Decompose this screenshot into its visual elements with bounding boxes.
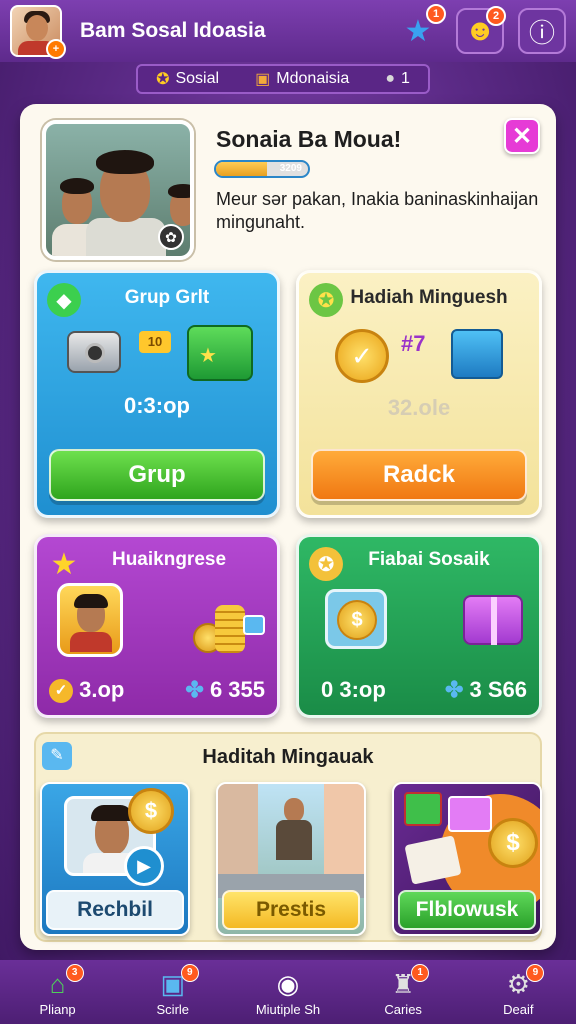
check-coin-icon: ✓ bbox=[49, 679, 73, 704]
avatar-badge: + bbox=[46, 39, 66, 59]
app-title: Bam Sosal Idoasia bbox=[80, 19, 266, 42]
weekly-reward-title: Hadiah Minguesh bbox=[350, 287, 508, 308]
play-circle-icon: ◉ bbox=[276, 968, 300, 999]
strip-social[interactable]: ✪ Sosial bbox=[156, 69, 219, 89]
profile-photo: ✿ bbox=[42, 120, 194, 260]
player-avatar[interactable]: + bbox=[10, 5, 66, 59]
nav-play[interactable]: ◉ Miutiple Sh bbox=[238, 968, 338, 1017]
gold-coin-icon: $ bbox=[488, 818, 538, 868]
nav-play-label: Miutiple Sh bbox=[255, 1001, 321, 1017]
social-tile-title: Fiabai Sosaik bbox=[368, 549, 490, 570]
profile-description: Meur sər pakan, Inakia baninaskinhaijan … bbox=[216, 189, 539, 232]
nav-shop-label: Caries bbox=[384, 1001, 422, 1017]
info-strip: ✪ Sosial ▣ Mdonaisia ● 1 bbox=[136, 64, 430, 94]
coin-icon: ● bbox=[385, 70, 396, 87]
progress-fill bbox=[216, 162, 267, 176]
gold-coin-icon: $ bbox=[128, 788, 174, 834]
top-bar: + Bam Sosal Idoasia ★ 1 ☻ 2 ⓘ bbox=[0, 0, 576, 62]
weekly-reward-value: 32.ole bbox=[387, 395, 451, 420]
strip-social-label: Sosial bbox=[175, 70, 220, 87]
weekly-card-gifts[interactable]: $ Flblowusk bbox=[392, 782, 542, 936]
emoji-notification-badge: 2 bbox=[486, 6, 506, 26]
progress-left-value: ✓ 3.op bbox=[49, 677, 125, 704]
progress-tile-title: Huaikngrese bbox=[111, 549, 227, 570]
weekly-card-street-button[interactable]: Prestis bbox=[222, 890, 360, 930]
main-panel: ✿ Sonaia Ba Moua! ✕ 3209 Meur sər pakan,… bbox=[20, 104, 556, 950]
reward-count: #7 bbox=[401, 331, 426, 356]
weekly-card-gifts-button[interactable]: Flblowusk bbox=[398, 890, 536, 930]
emoji-icon-button[interactable]: ☻ 2 bbox=[456, 6, 506, 54]
mystery-box-icon bbox=[451, 329, 503, 379]
nav-settings[interactable]: ⚙ Deaif 9 bbox=[468, 963, 568, 1017]
strip-region-label: Mdonaisia bbox=[276, 70, 350, 87]
camera-icon bbox=[67, 331, 121, 373]
progress-text: 3209 bbox=[279, 163, 302, 174]
group-tile[interactable]: ◆ Grup Grlt 10 ★ 0:3:op Grup bbox=[34, 270, 280, 518]
camera-icon[interactable]: ✿ bbox=[158, 224, 184, 250]
puzzle-icon: ✤ bbox=[444, 677, 464, 702]
puzzle-icon: ✤ bbox=[185, 677, 204, 702]
weekly-card-street[interactable]: Prestis bbox=[216, 782, 366, 936]
nav-chat-badge: 9 bbox=[180, 963, 199, 982]
nav-shop[interactable]: ♜ Caries 1 bbox=[353, 963, 453, 1017]
star-icon-button[interactable]: ★ 1 bbox=[394, 4, 446, 54]
nav-home-label: Plianp bbox=[39, 1001, 76, 1017]
strip-region[interactable]: ▣ Mdonaisia bbox=[255, 69, 349, 89]
group-tile-title: Grup Grlt bbox=[124, 287, 210, 308]
weekly-card-video[interactable]: $ ▶ Rechbil bbox=[40, 782, 190, 936]
progress-tile[interactable]: ★ Huaikngrese ✓ 3.op ✤ 6 355 bbox=[34, 534, 280, 718]
progress-right-text: 6 355 bbox=[209, 677, 265, 702]
weekly-card-video-button[interactable]: Rechbil bbox=[46, 890, 184, 930]
nav-home-badge: 3 bbox=[65, 963, 84, 982]
social-left-value: 0 3:op bbox=[321, 677, 386, 702]
group-tile-timer: 0:3:op bbox=[124, 393, 190, 418]
nav-home[interactable]: ⌂ Plianp 3 bbox=[8, 963, 108, 1017]
gift-box-icon: ★ bbox=[187, 325, 253, 381]
progress-right-value: ✤ 6 355 bbox=[185, 677, 265, 703]
star-notification-badge: 1 bbox=[426, 4, 446, 24]
weekly-reward-button[interactable]: Radck bbox=[311, 449, 527, 501]
progress-left-text: 3.op bbox=[79, 677, 125, 702]
weekly-reward-tile[interactable]: ✪ Hadiah Minguesh ✓ #7 32.ole Radck bbox=[296, 270, 542, 518]
level-progress-bar: 3209 bbox=[214, 160, 310, 178]
profile-title: Sonaia Ba Moua! bbox=[216, 126, 402, 152]
friend-portrait-icon bbox=[57, 583, 123, 657]
weekly-section: ✎ Haditah Mingauak $ ▶ Rechbil Prestis $… bbox=[34, 732, 542, 942]
social-right-text: 3 S66 bbox=[469, 677, 528, 702]
gift-box-icon bbox=[463, 595, 523, 645]
home-icon: ⌂ bbox=[49, 968, 66, 999]
close-button[interactable]: ✕ bbox=[504, 118, 540, 154]
ticket-badge: 10 bbox=[139, 331, 171, 353]
nav-settings-badge: 9 bbox=[526, 963, 545, 982]
strip-count[interactable]: ● 1 bbox=[385, 70, 410, 88]
info-icon-button[interactable]: ⓘ bbox=[518, 8, 566, 54]
info-icon: ⓘ bbox=[528, 17, 555, 48]
social-right-value: ✤ 3 S66 bbox=[445, 677, 527, 703]
nav-shop-badge: 1 bbox=[411, 963, 430, 982]
weekly-title: Haditah Mingauak bbox=[202, 746, 374, 768]
nav-settings-label: Deaif bbox=[503, 1001, 534, 1017]
flag-icon: ▣ bbox=[255, 71, 271, 88]
nav-chat[interactable]: ▣ Scirle 9 bbox=[123, 963, 223, 1017]
badge-icon: ✪ bbox=[156, 71, 170, 88]
gold-coin-frame-icon: $ bbox=[325, 589, 387, 649]
bottom-nav: ⌂ Plianp 3 ▣ Scirle 9 ◉ Miutiple Sh ♜ Ca… bbox=[0, 960, 576, 1024]
nav-chat-label: Scirle bbox=[156, 1001, 190, 1017]
social-tile[interactable]: ✪ Fiabai Sosaik $ 0 3:op ✤ 3 S66 bbox=[296, 534, 542, 718]
play-icon[interactable]: ▶ bbox=[124, 846, 164, 886]
gold-coin-icon: ✓ bbox=[335, 329, 389, 383]
strip-count-label: 1 bbox=[401, 70, 410, 87]
group-button[interactable]: Grup bbox=[49, 449, 265, 501]
